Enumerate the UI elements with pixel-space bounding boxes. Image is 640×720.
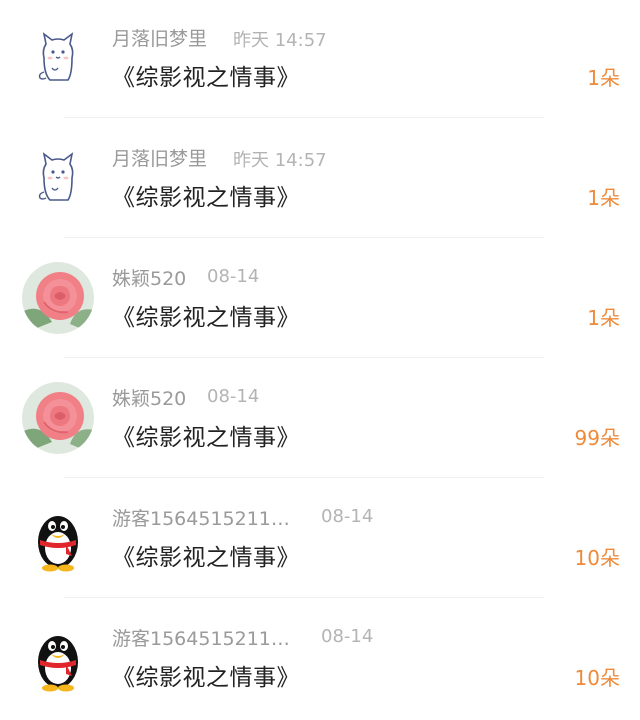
book-title[interactable]: 《综影视之情事》 xyxy=(112,658,300,692)
list-item[interactable]: 游客1564515211… 08-14 《综影视之情事》 10朵 xyxy=(0,600,640,720)
avatar[interactable] xyxy=(22,382,94,454)
list-item[interactable]: 姝颖520 08-14 《综影视之情事》 99朵 xyxy=(0,360,640,480)
flower-count: 1朵 xyxy=(587,66,620,90)
penguin-avatar-icon xyxy=(22,502,94,574)
book-title[interactable]: 《综影视之情事》 xyxy=(112,178,300,212)
avatar[interactable] xyxy=(22,262,94,334)
list-item[interactable]: 游客1564515211… 08-14 《综影视之情事》 10朵 xyxy=(0,480,640,600)
user-name[interactable]: 姝颖520 xyxy=(112,264,186,291)
gift-time: 08-14 xyxy=(321,506,374,527)
penguin-avatar-icon xyxy=(22,622,94,694)
gift-time: 08-14 xyxy=(207,386,260,407)
flower-count: 99朵 xyxy=(574,426,620,450)
user-name[interactable]: 月落旧梦里 xyxy=(112,144,207,171)
gift-time: 08-14 xyxy=(321,626,374,647)
user-name[interactable]: 游客1564515211… xyxy=(112,624,290,651)
gift-time: 08-14 xyxy=(207,266,260,287)
flower-count: 10朵 xyxy=(574,546,620,570)
rose-avatar-icon xyxy=(22,382,94,454)
avatar[interactable] xyxy=(22,622,94,694)
cat-avatar-icon xyxy=(22,22,94,94)
list-item[interactable]: 姝颖520 08-14 《综影视之情事》 1朵 xyxy=(0,240,640,360)
user-name[interactable]: 姝颖520 xyxy=(112,384,186,411)
list-item[interactable]: 月落旧梦里 昨天 14:57 《综影视之情事》 1朵 xyxy=(0,0,640,120)
avatar[interactable] xyxy=(22,22,94,94)
gift-time: 昨天 14:57 xyxy=(233,150,327,171)
book-title[interactable]: 《综影视之情事》 xyxy=(112,538,300,572)
avatar[interactable] xyxy=(22,502,94,574)
flower-count: 1朵 xyxy=(587,186,620,210)
book-title[interactable]: 《综影视之情事》 xyxy=(112,298,300,332)
gift-time: 昨天 14:57 xyxy=(233,30,327,51)
flower-count: 1朵 xyxy=(587,306,620,330)
rose-avatar-icon xyxy=(22,262,94,334)
book-title[interactable]: 《综影视之情事》 xyxy=(112,58,300,92)
avatar[interactable] xyxy=(22,142,94,214)
book-title[interactable]: 《综影视之情事》 xyxy=(112,418,300,452)
gift-record-list: 月落旧梦里 昨天 14:57 《综影视之情事》 1朵 月落旧梦里 昨天 14:5… xyxy=(0,0,640,720)
list-item[interactable]: 月落旧梦里 昨天 14:57 《综影视之情事》 1朵 xyxy=(0,120,640,240)
user-name[interactable]: 月落旧梦里 xyxy=(112,24,207,51)
cat-avatar-icon xyxy=(22,142,94,214)
flower-count: 10朵 xyxy=(574,666,620,690)
user-name[interactable]: 游客1564515211… xyxy=(112,504,290,531)
